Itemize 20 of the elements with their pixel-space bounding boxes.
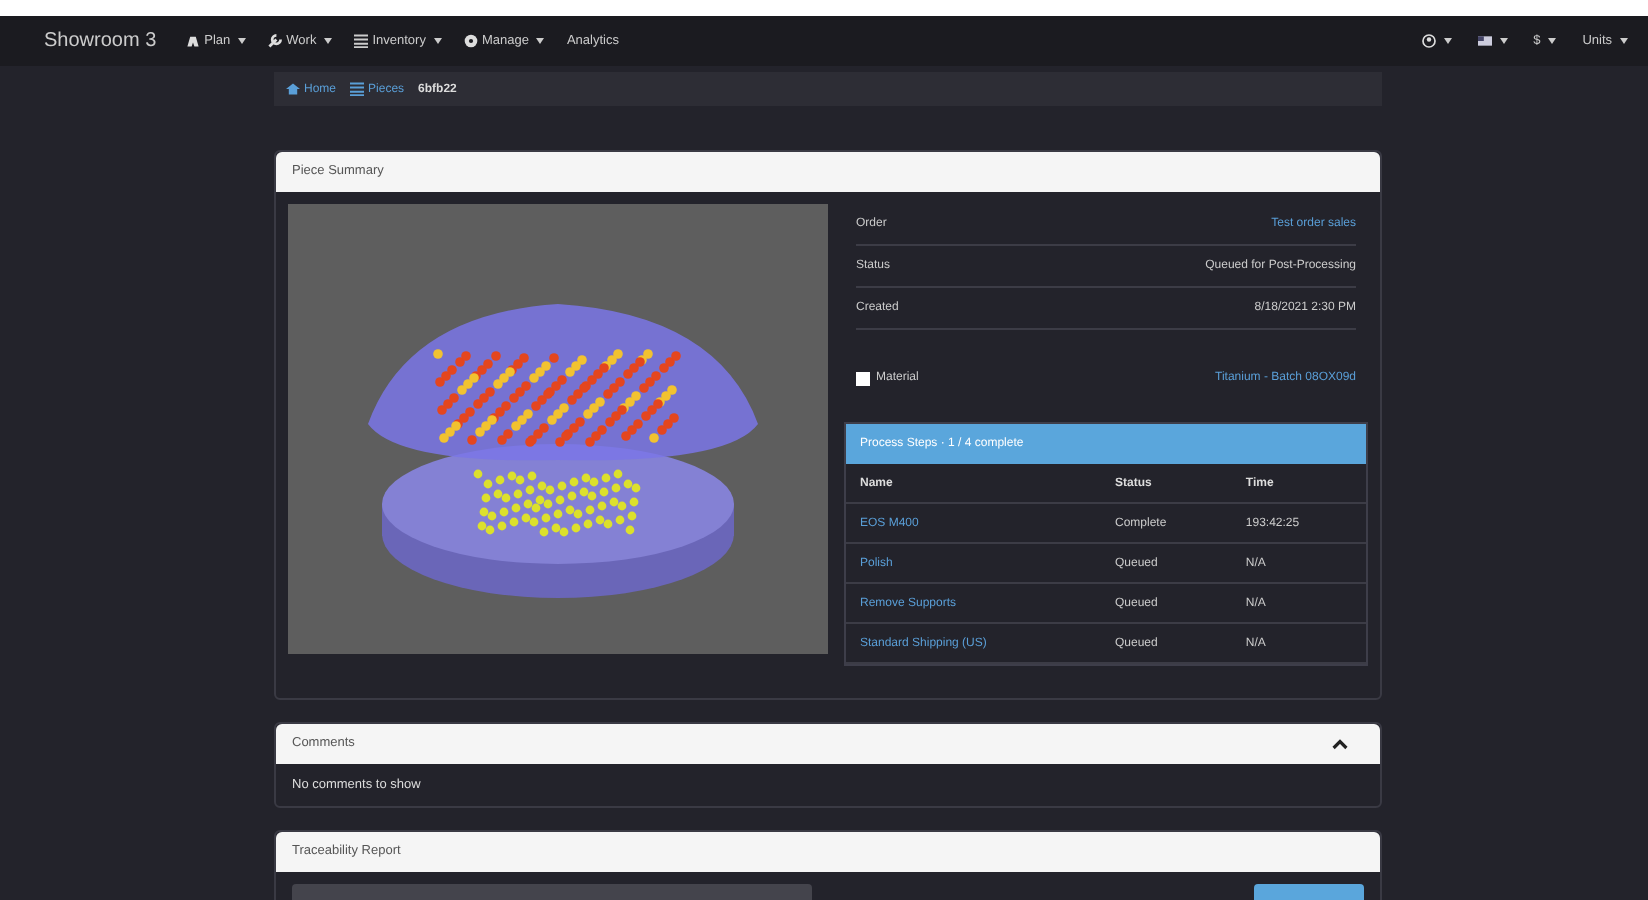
caret-icon [536, 38, 545, 44]
home-icon [286, 82, 300, 96]
caret-icon [1620, 38, 1628, 44]
caret-icon [433, 38, 442, 44]
gear-icon [463, 34, 478, 48]
caret-icon [1443, 38, 1452, 44]
list-icon [354, 34, 369, 48]
wrench-icon [268, 34, 283, 48]
nav-menu-item[interactable] [1477, 34, 1508, 48]
user-icon [1421, 34, 1436, 48]
box-icon [856, 371, 870, 385]
chevron-up-icon[interactable] [1332, 738, 1348, 750]
caret-icon [1499, 38, 1508, 44]
caret-icon [324, 38, 333, 44]
brand-link[interactable]: Showroom 3 [44, 30, 157, 52]
caret-icon [238, 38, 247, 44]
list-icon [350, 82, 365, 96]
flag-icon [1477, 34, 1492, 48]
caret-icon [1548, 38, 1557, 44]
nav-menu-item[interactable] [1421, 34, 1452, 48]
